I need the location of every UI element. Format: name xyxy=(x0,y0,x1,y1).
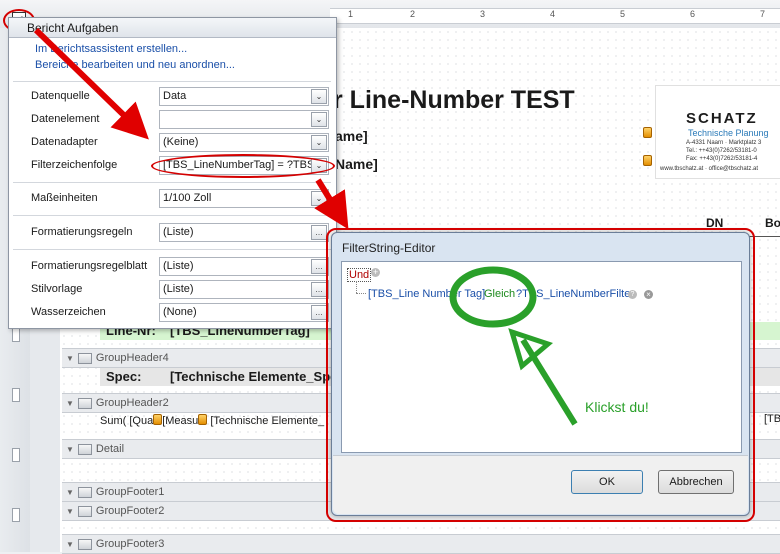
green-arrow-shaft xyxy=(520,338,578,426)
click-annotation: Klickst du! xyxy=(585,399,649,415)
annotation-overlay xyxy=(33,27,578,426)
red-arrow-2 xyxy=(314,178,349,230)
green-circle xyxy=(449,266,537,328)
red-arrow-1 xyxy=(33,27,149,140)
